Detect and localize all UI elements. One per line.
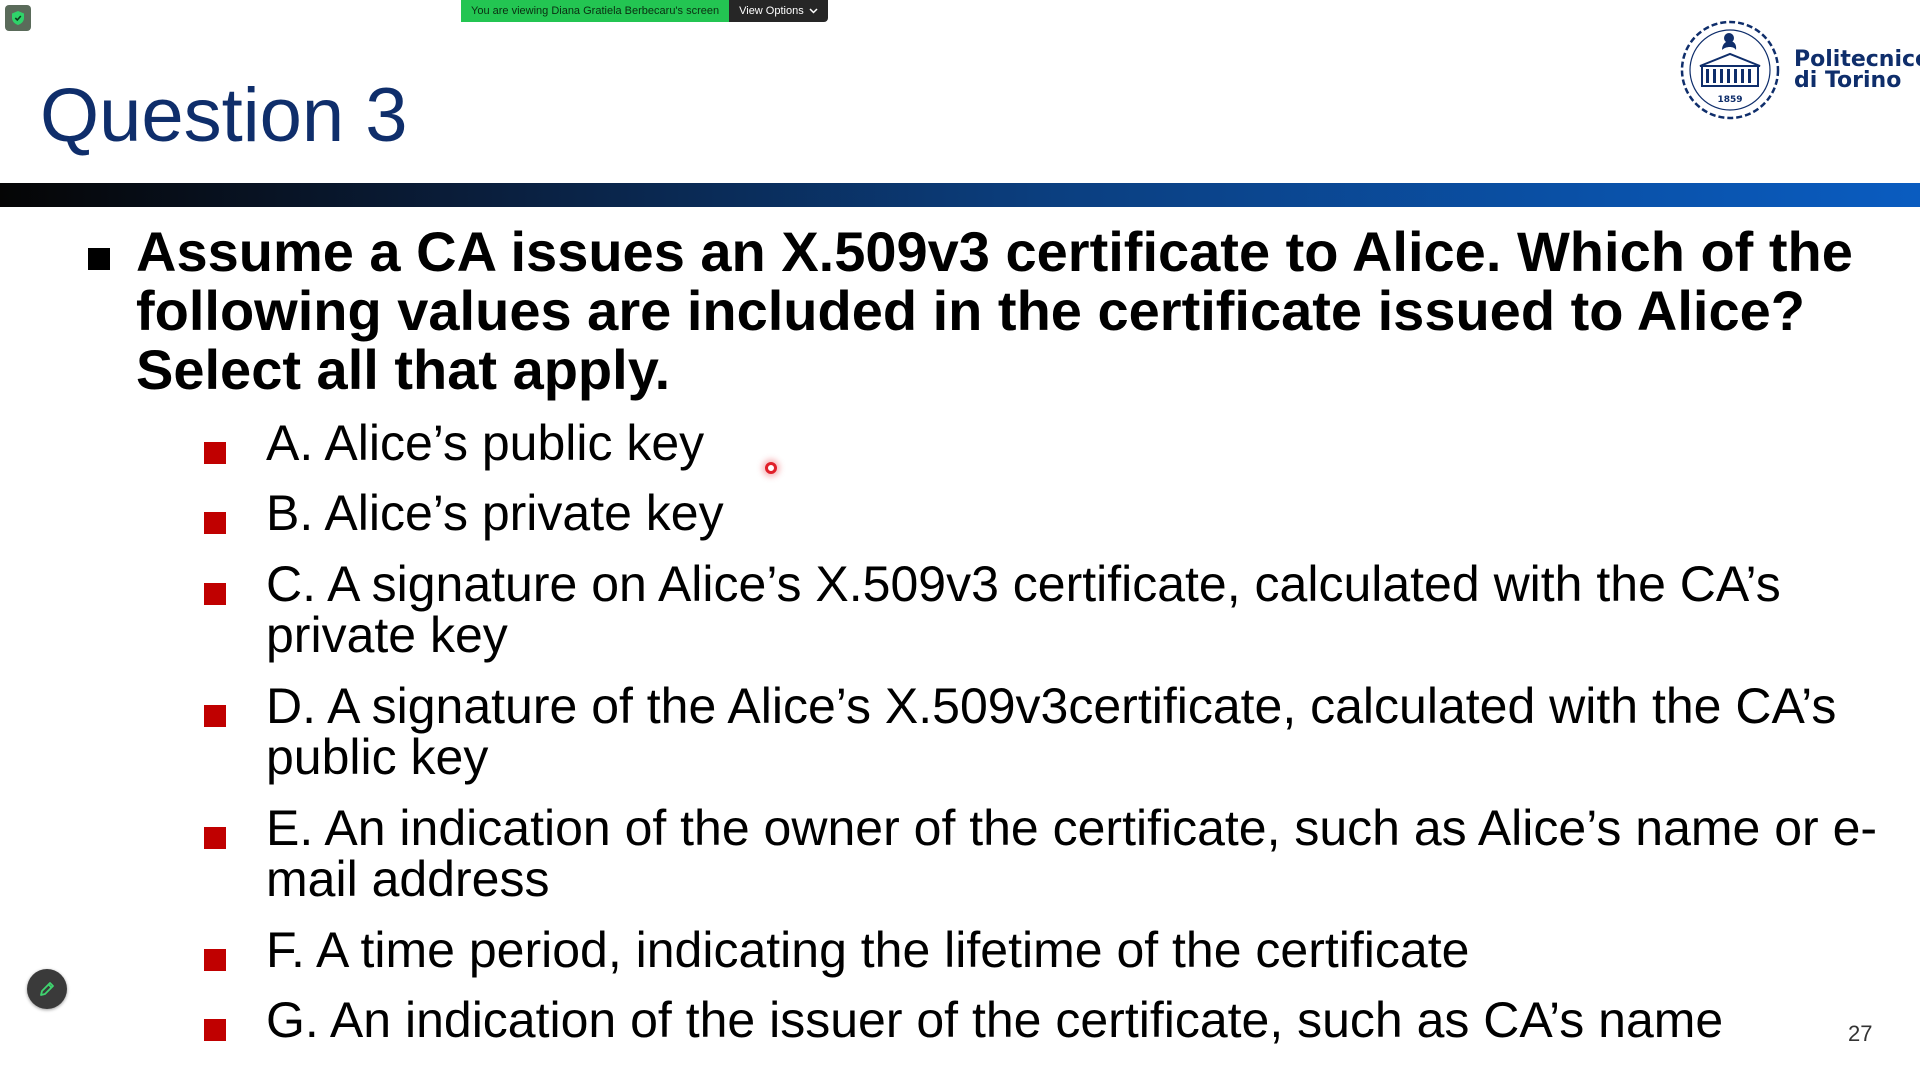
answer-option-text: F. A time period, indicating the lifetim… xyxy=(266,922,1470,978)
square-bullet-icon xyxy=(204,512,226,534)
university-seal-icon: 1859 xyxy=(1680,20,1780,120)
answer-option-d: D. A signature of the Alice’s X.509v3cer… xyxy=(204,681,1884,783)
pencil-icon xyxy=(40,982,54,996)
answer-option-f: F. A time period, indicating the lifetim… xyxy=(204,925,1469,976)
screen-share-banner: You are viewing Diana Gratiela Berbecaru… xyxy=(461,0,828,22)
answer-option-text: E. An indication of the owner of the cer… xyxy=(266,800,1878,907)
viewing-screen-text: You are viewing Diana Gratiela Berbecaru… xyxy=(461,0,730,22)
answer-option-c: C. A signature on Alice’s X.509v3 certif… xyxy=(204,559,1884,661)
logo-name: Politecnico di Torino xyxy=(1794,47,1920,93)
header-divider-bar xyxy=(0,183,1920,207)
answer-option-text: G. An indication of the issuer of the ce… xyxy=(266,992,1724,1048)
square-bullet-icon xyxy=(204,442,226,464)
square-bullet-icon xyxy=(204,949,226,971)
question-text: Assume a CA issues an X.509v3 certificat… xyxy=(136,220,1853,401)
chevron-down-icon xyxy=(809,8,818,14)
view-options-label: View Options xyxy=(739,5,804,17)
slide-number: 27 xyxy=(1848,1021,1873,1046)
shield-icon xyxy=(12,11,24,25)
screen-share-view: You are viewing Diana Gratiela Berbecaru… xyxy=(0,0,1920,1080)
laser-pointer xyxy=(765,462,777,474)
answer-option-text: A. Alice’s public key xyxy=(266,415,705,471)
question-block: Assume a CA issues an X.509v3 certificat… xyxy=(88,222,1868,399)
question-bullet-icon xyxy=(88,248,110,270)
answer-option-text: D. A signature of the Alice’s X.509v3cer… xyxy=(266,678,1837,785)
slide-title: Question 3 xyxy=(40,73,408,158)
answer-option-b: B. Alice’s private key xyxy=(204,488,724,539)
answer-options-list: A. Alice’s public key B. Alice’s private… xyxy=(204,418,1884,1046)
square-bullet-icon xyxy=(204,827,226,849)
answer-option-text: B. Alice’s private key xyxy=(266,485,724,541)
politecnico-logo: 1859 Politecnico di Torino xyxy=(1674,16,1920,124)
square-bullet-icon xyxy=(204,705,226,727)
logo-name-line1: Politecnico xyxy=(1794,47,1920,72)
square-bullet-icon xyxy=(204,1019,226,1041)
logo-year: 1859 xyxy=(1717,95,1742,105)
annotate-button[interactable] xyxy=(27,969,67,1009)
logo-name-line2: di Torino xyxy=(1794,68,1902,93)
answer-option-g: G. An indication of the issuer of the ce… xyxy=(204,995,1723,1046)
view-options-button[interactable]: View Options xyxy=(729,0,828,22)
security-shield-icon[interactable] xyxy=(5,5,31,31)
answer-option-a: A. Alice’s public key xyxy=(204,418,1884,469)
square-bullet-icon xyxy=(204,583,226,605)
answer-option-text: C. A signature on Alice’s X.509v3 certif… xyxy=(266,556,1781,663)
answer-option-e: E. An indication of the owner of the cer… xyxy=(204,803,1884,905)
